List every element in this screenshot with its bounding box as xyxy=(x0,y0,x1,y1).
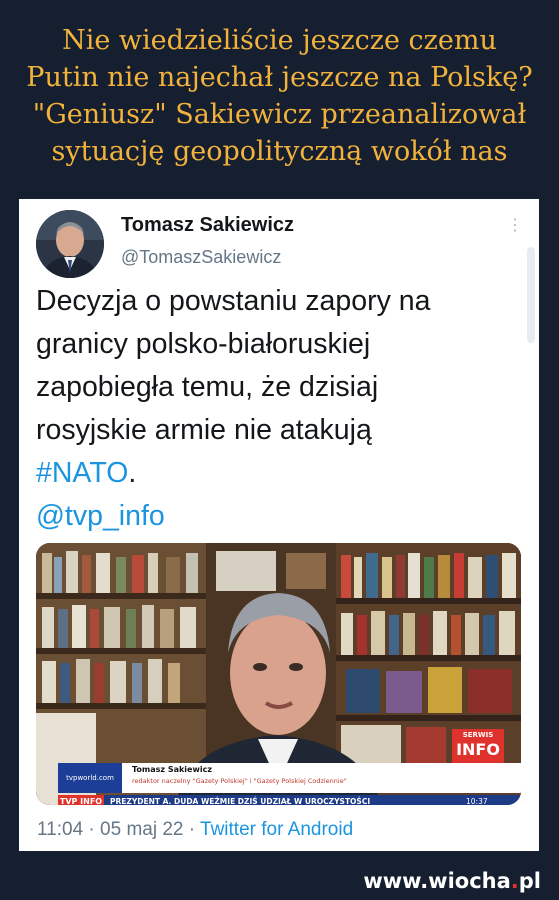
headline: Nie wiedzieliście jeszcze czemu Putin ni… xyxy=(0,22,559,170)
tweet-media-image[interactable]: SERWIS INFO tvpworld.com Tomasz Sakiewic… xyxy=(36,543,521,805)
tweet-card: Tomasz Sakiewicz @TomaszSakiewicz ⋮ Decy… xyxy=(19,199,539,851)
meta-separator: · xyxy=(83,819,101,840)
channel-site: tvpworld.com xyxy=(58,763,122,793)
tweet-line: rosyjskie armie nie atakują xyxy=(36,414,372,446)
lower-third-role: redaktor naczelny "Gazety Polskiej" i "G… xyxy=(132,777,347,785)
hashtag-suffix: . xyxy=(128,457,137,489)
meta-separator: · xyxy=(183,819,201,840)
ticker-text: PREZYDENT A. DUDA WEŹMIE DZIŚ UDZIAŁ W U… xyxy=(110,797,371,805)
watermark-prefix: www.wiocha xyxy=(363,869,511,893)
source-app-link[interactable]: Twitter for Android xyxy=(200,819,353,840)
author-name[interactable]: Tomasz Sakiewicz xyxy=(121,214,294,237)
watermark-suffix: pl xyxy=(518,869,541,893)
watermark: www.wiocha.pl xyxy=(363,869,541,893)
watermark-dot: . xyxy=(510,869,519,893)
ticker-time: 10:37 xyxy=(466,797,488,805)
tweet-time[interactable]: 11:04 xyxy=(37,819,83,840)
headline-line: Putin nie najechał jeszcze na Polskę? xyxy=(26,62,533,93)
avatar[interactable] xyxy=(36,210,104,278)
headline-line: "Geniusz" Sakiewicz przeanalizował xyxy=(32,99,527,130)
more-options-icon[interactable]: ⋮ xyxy=(505,215,525,245)
tweet-line: zapobiegła temu, że dzisiaj xyxy=(36,371,379,403)
ticker-logo: TVP INFO xyxy=(58,795,104,805)
headline-line: sytuację geopolityczną wokół nas xyxy=(51,136,508,167)
tweet-text: Decyzja o powstaniu zapory na granicy po… xyxy=(36,280,526,538)
headline-line: Nie wiedzieliście jeszcze czemu xyxy=(62,25,497,56)
tv-lower-third: tvpworld.com Tomasz Sakiewicz redaktor n… xyxy=(36,753,521,805)
mention-link[interactable]: @tvp_info xyxy=(36,500,165,532)
author-handle[interactable]: @TomaszSakiewicz xyxy=(121,247,281,268)
tweet-line: granicy polsko-białoruskiej xyxy=(36,328,371,360)
avatar-portrait xyxy=(36,210,104,278)
scrollbar[interactable] xyxy=(527,247,535,343)
hashtag-link[interactable]: #NATO xyxy=(36,457,128,489)
tweet-line: Decyzja o powstaniu zapory na xyxy=(36,285,431,317)
tweet-date[interactable]: 05 maj 22 xyxy=(100,819,183,840)
tweet-meta: 11:04 · 05 maj 22 · Twitter for Android xyxy=(37,819,353,841)
lower-third-name: Tomasz Sakiewicz xyxy=(132,765,213,774)
